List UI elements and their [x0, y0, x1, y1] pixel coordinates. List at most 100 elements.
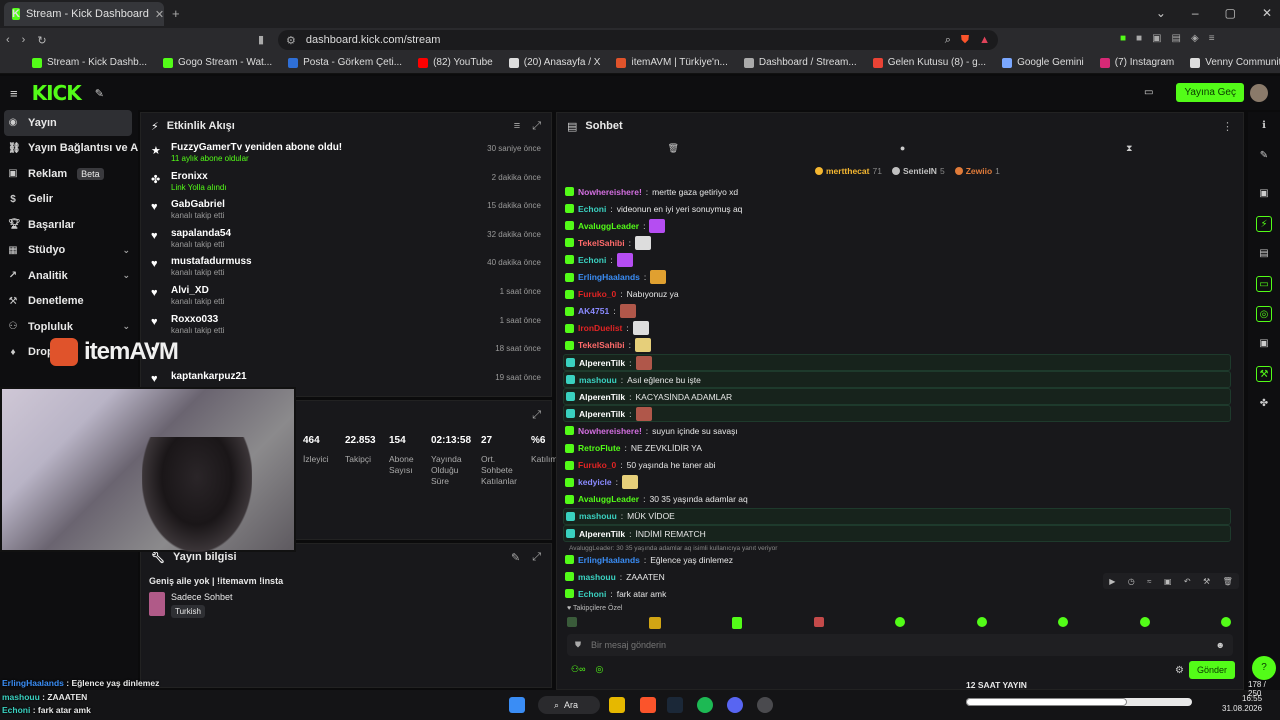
expand-icon[interactable]: ⤢	[532, 120, 541, 133]
comment-icon[interactable]: ●	[900, 143, 905, 159]
sidebar-item-8[interactable]: ⚇ Topluluk ⌄	[0, 314, 138, 340]
forward-icon[interactable]: ›	[22, 34, 26, 46]
chat-input[interactable]: ⛊ ☻	[567, 634, 1233, 656]
chat-username[interactable]: AlperenTilk	[579, 392, 625, 402]
chat-username[interactable]: Furuko_0	[578, 289, 616, 299]
chevron-down-icon[interactable]: ⌄	[122, 321, 130, 332]
bookmark-item[interactable]: (20) Anasayfa / X	[508, 57, 600, 68]
spotify-icon[interactable]	[697, 697, 713, 713]
hourglass-icon[interactable]: ⧗	[1126, 143, 1132, 159]
copy-icon[interactable]: ▣	[1164, 577, 1172, 586]
chat-username[interactable]: Furuko_0	[578, 460, 616, 470]
info-icon[interactable]: ℹ	[1256, 118, 1272, 134]
sidebar-item-6[interactable]: ↗ Analitik ⌄	[0, 263, 138, 289]
tool-icon[interactable]: ✎	[95, 87, 104, 100]
search-button[interactable]: ⌕ Ara	[538, 696, 600, 714]
emote[interactable]	[732, 617, 742, 629]
puzzle-icon[interactable]: ✤	[1256, 396, 1272, 412]
chat-rail-icon[interactable]: ▭	[1256, 276, 1272, 292]
activity-name[interactable]: FuzzyGamerTv yeniden abone oldu!	[171, 142, 342, 153]
pencil-icon[interactable]: ✎	[1256, 148, 1272, 164]
bolt-rail-icon[interactable]: ⚡	[1256, 216, 1272, 232]
chat-username[interactable]: Echoni	[578, 255, 606, 265]
chat-username[interactable]: mashouu	[578, 572, 616, 582]
bookmark-item[interactable]: Posta - Görkem Çeti...	[288, 57, 402, 68]
kick-logo[interactable]: KICK	[32, 81, 82, 105]
chevron-down-icon[interactable]: ⌄	[1156, 6, 1166, 20]
bookmark-item[interactable]: Gelen Kutusu (8) - g...	[872, 57, 986, 68]
bookmark-item[interactable]: Venny Community	[1190, 57, 1280, 68]
activity-name[interactable]: kaptankarpuz21	[171, 371, 247, 382]
app-icon[interactable]	[757, 697, 773, 713]
chat-username[interactable]: Nowhereishere!	[578, 426, 642, 436]
help-icon[interactable]: ?	[1252, 656, 1276, 680]
play-icon[interactable]: ▶	[1109, 577, 1115, 586]
sidebar-item-4[interactable]: 🏆︎ Başarılar	[0, 212, 138, 238]
bookmark-item[interactable]: Gogo Stream - Wat...	[163, 57, 272, 68]
sidebar-item-7[interactable]: ⚒ Denetleme	[0, 289, 138, 315]
tag-chip[interactable]: Turkish	[171, 605, 205, 618]
brave-browser-icon[interactable]	[640, 697, 656, 713]
close-tab-icon[interactable]: ✕	[155, 8, 164, 21]
bookmark-item[interactable]: Dashboard / Stream...	[743, 57, 857, 68]
chat-username[interactable]: Nowhereishere!	[578, 187, 642, 197]
minimize-icon[interactable]: –	[1192, 6, 1199, 20]
emote[interactable]	[1058, 617, 1068, 627]
avatar[interactable]	[1250, 84, 1268, 102]
file-explorer-icon[interactable]	[609, 697, 625, 713]
kick-extension-icon[interactable]: ■	[1120, 33, 1126, 44]
chat-message-field[interactable]	[591, 640, 1206, 650]
gifter[interactable]: SentieIN 5	[891, 166, 945, 176]
activity-name[interactable]: sapalanda54	[171, 228, 231, 239]
sidebar-item-5[interactable]: ▦ Stüdyo ⌄	[0, 238, 138, 264]
bookmark-icon[interactable]: ▮	[258, 33, 264, 46]
chat-username[interactable]: mashouu	[579, 375, 617, 385]
site-info-icon[interactable]: ⚙	[286, 34, 296, 47]
chat-username[interactable]: AK4751	[578, 306, 609, 316]
emote[interactable]	[895, 617, 905, 627]
emote[interactable]	[648, 617, 661, 629]
address-bar[interactable]: ⚙ dashboard.kick.com/stream ⌕ ⛊ ▲	[278, 30, 998, 50]
chat-username[interactable]: AlperenTilk	[579, 358, 625, 368]
windows-start-icon[interactable]	[509, 697, 525, 713]
users-icon[interactable]: ⚇∞	[571, 664, 585, 675]
activity-name[interactable]: GabGabriel	[171, 199, 225, 210]
emoji-icon[interactable]: ☻	[1216, 640, 1225, 650]
category-name[interactable]: Sadece Sohbet	[171, 592, 233, 602]
wrench-rail-icon[interactable]: ⚒	[1256, 366, 1272, 382]
chat-username[interactable]: ErlingHaalands	[578, 272, 640, 282]
sidebar-item-2[interactable]: ▣ Reklam Beta	[0, 161, 138, 187]
extension-icon[interactable]: ■	[1136, 33, 1142, 44]
send-button[interactable]: Gönder	[1189, 661, 1236, 679]
maximize-icon[interactable]: ▢	[1225, 6, 1236, 20]
gifter[interactable]: Zewiio 1	[954, 166, 1000, 176]
bookmark-item[interactable]: Stream - Kick Dashb...	[32, 57, 147, 68]
edit-icon[interactable]: ✎	[511, 551, 520, 564]
emote[interactable]	[976, 617, 987, 627]
more-options-icon[interactable]: ⋮	[1222, 120, 1233, 133]
brave-rewards-icon[interactable]: ▲	[979, 34, 990, 46]
sidebar-item-3[interactable]: $ Gelir	[0, 187, 138, 213]
reload-icon[interactable]: ↻	[37, 34, 46, 47]
back-icon[interactable]: ‹	[6, 34, 10, 46]
chevron-down-icon[interactable]: ⌄	[122, 245, 130, 256]
expand-stats-icon[interactable]: ⤢	[532, 409, 541, 422]
chat-username[interactable]: RetroFlute	[578, 443, 621, 453]
undo-icon[interactable]: ↶	[1184, 577, 1191, 586]
bookmark-item[interactable]: (82) YouTube	[418, 57, 493, 68]
zoom-icon[interactable]: ⌕	[945, 34, 951, 47]
square-icon[interactable]: ▣	[1256, 336, 1272, 352]
timeout-icon[interactable]: ◷	[1128, 577, 1135, 586]
chevron-down-icon[interactable]: ⌄	[122, 270, 130, 281]
stream-icon[interactable]: ▣	[1256, 186, 1272, 202]
new-tab-icon[interactable]: +	[172, 6, 180, 21]
emote[interactable]	[1221, 617, 1231, 627]
expand-info-icon[interactable]: ⤢	[532, 551, 541, 564]
chat-username[interactable]: AlperenTilk	[579, 529, 625, 539]
circle-icon[interactable]: ◎	[595, 664, 603, 675]
chat-username[interactable]: AvaluggLeader	[578, 221, 639, 231]
close-window-icon[interactable]: ✕	[1262, 6, 1272, 20]
activity-name[interactable]: Alvi_XD	[171, 285, 224, 296]
hamburger-menu-icon[interactable]: ≡	[10, 86, 18, 101]
chat-username[interactable]: IronDuelist	[578, 323, 622, 333]
